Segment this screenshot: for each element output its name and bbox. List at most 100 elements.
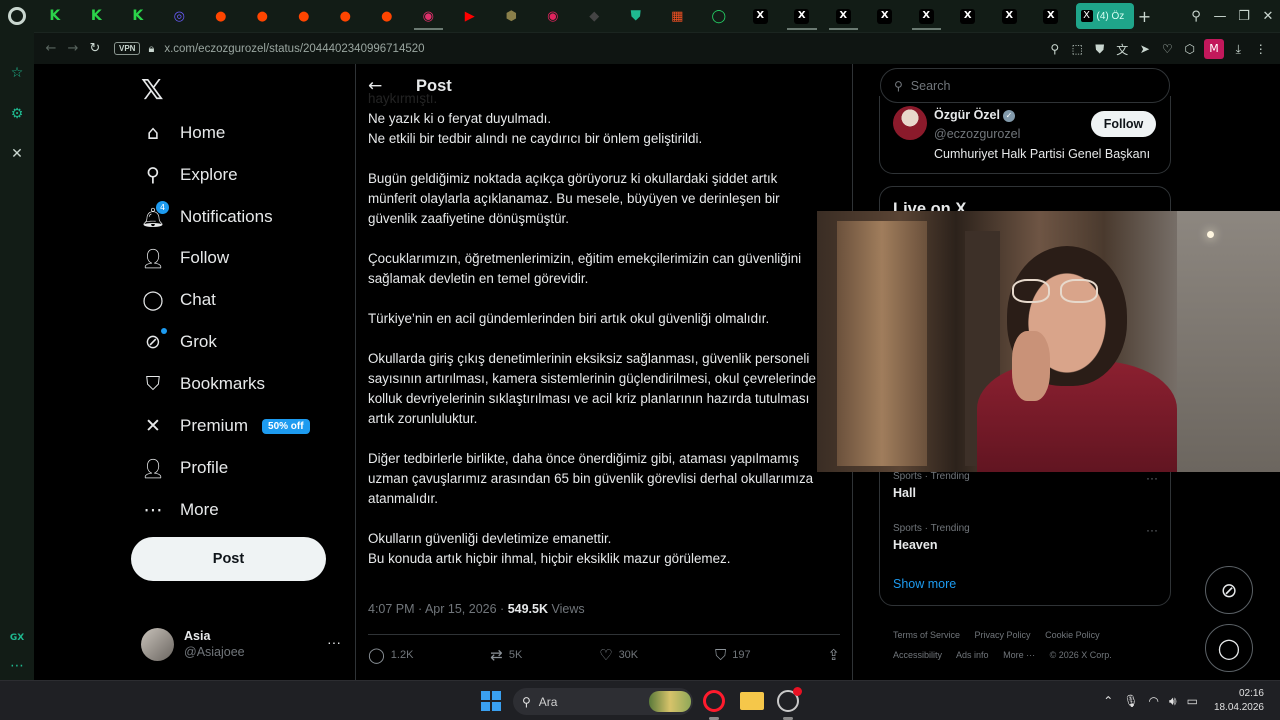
like-button[interactable]: ♡ 30K: [599, 646, 638, 664]
browser-tab[interactable]: K: [34, 0, 76, 32]
account-switcher[interactable]: Asia @Asiajoee ···: [141, 626, 341, 662]
browser-tab[interactable]: ◆: [574, 0, 616, 32]
nav-item-premium[interactable]: ✕ Premium 50% off: [140, 411, 310, 441]
wifi-icon[interactable]: ◠: [1149, 694, 1159, 708]
opera-logo-icon[interactable]: [0, 0, 34, 32]
browser-tab[interactable]: ●: [325, 0, 367, 32]
nav-item-follow[interactable]: 👤︎ Follow: [140, 243, 229, 273]
bookmark-button[interactable]: ⛉ 197: [715, 646, 751, 664]
footer-link[interactable]: Cookie Policy: [1045, 630, 1100, 640]
shield-icon[interactable]: ⛊: [1089, 42, 1112, 57]
browser-tab[interactable]: ⬢: [491, 0, 533, 32]
browser-tab[interactable]: ●: [366, 0, 408, 32]
avatar[interactable]: [893, 106, 927, 140]
browser-tab[interactable]: X: [864, 0, 906, 32]
post-button[interactable]: Post: [131, 537, 326, 581]
volume-icon[interactable]: 🔊︎: [1169, 694, 1177, 709]
reply-button[interactable]: ◯ 1.2K: [368, 646, 413, 664]
menu-icon[interactable]: ⋮: [1250, 42, 1273, 56]
battery-icon[interactable]: ▭: [1187, 694, 1198, 708]
minimize-button[interactable]: —: [1208, 9, 1232, 24]
trend-item[interactable]: Sports · Trending Heaven ···: [893, 523, 1158, 552]
nav-item-explore[interactable]: ⚲ Explore: [140, 160, 238, 190]
browser-tab[interactable]: ◯: [698, 0, 740, 32]
forward-button[interactable]: →: [62, 41, 84, 56]
messages-fab-button[interactable]: ◯: [1205, 624, 1253, 672]
clock[interactable]: 02:16 18.04.2026: [1214, 687, 1264, 715]
search-icon[interactable]: ⚲: [1184, 9, 1208, 24]
footer-link[interactable]: Terms of Service: [893, 630, 960, 640]
star-icon[interactable]: ☆: [0, 65, 34, 81]
chevron-up-icon[interactable]: ⌃: [1103, 694, 1113, 708]
opera-taskbar-icon[interactable]: [703, 690, 725, 712]
back-button[interactable]: ←: [40, 41, 62, 56]
follow-button[interactable]: Follow: [1091, 111, 1156, 137]
nav-item-grok[interactable]: ⊘ Grok: [140, 327, 217, 357]
nav-item-more[interactable]: ⋯ More: [140, 495, 219, 525]
browser-tab[interactable]: ●: [200, 0, 242, 32]
start-button[interactable]: [481, 691, 501, 711]
browser-tab[interactable]: ◉: [532, 0, 574, 32]
browser-tab[interactable]: X: [823, 0, 865, 32]
browser-tab[interactable]: K: [76, 0, 118, 32]
browser-tab[interactable]: X: [947, 0, 989, 32]
download-icon[interactable]: ⤓: [1227, 42, 1250, 57]
browser-tab[interactable]: X: [1030, 0, 1072, 32]
profile-avatar[interactable]: M: [1204, 39, 1224, 59]
share-button[interactable]: ⇪: [827, 646, 840, 664]
more-icon[interactable]: ⋯: [0, 658, 34, 674]
more-icon[interactable]: ···: [1146, 471, 1158, 485]
translate-icon[interactable]: 文: [1111, 41, 1134, 58]
vpn-badge[interactable]: VPN: [114, 42, 141, 55]
browser-tab[interactable]: ◉: [408, 0, 450, 32]
microphone-icon[interactable]: 🎙︎: [1123, 694, 1138, 708]
nav-item-chat[interactable]: ◯ Chat: [140, 285, 216, 315]
taskbar-search[interactable]: ⚲ Ara: [513, 688, 693, 715]
url-field[interactable]: x.com/eczozgurozel/status/20444023409967…: [164, 43, 424, 55]
reload-button[interactable]: ↻: [84, 41, 106, 56]
gx-icon[interactable]: GX: [0, 633, 34, 643]
restore-button[interactable]: ❐: [1232, 9, 1256, 24]
extensions-icon[interactable]: ⬡: [1179, 42, 1202, 56]
browser-tab[interactable]: ●: [242, 0, 284, 32]
footer-link[interactable]: Privacy Policy: [975, 630, 1031, 640]
footer-link[interactable]: Accessibility: [893, 650, 942, 660]
lock-icon[interactable]: 🔒︎: [148, 42, 154, 56]
grok-fab-button[interactable]: ⊘: [1205, 566, 1253, 614]
nav-item-home[interactable]: ⌂ Home: [140, 118, 225, 148]
browser-tab[interactable]: K: [117, 0, 159, 32]
more-icon[interactable]: ···: [1146, 523, 1158, 537]
browser-tab[interactable]: X: [781, 0, 823, 32]
browser-tab[interactable]: X: [906, 0, 948, 32]
file-explorer-taskbar-icon[interactable]: [740, 692, 764, 710]
browser-tab[interactable]: ▦: [657, 0, 699, 32]
nav-item-notifications[interactable]: 🔔︎ 4 Notifications: [140, 201, 273, 232]
trend-item[interactable]: Sports · Trending Hall ···: [893, 471, 1158, 500]
nav-item-bookmarks[interactable]: ⛉ Bookmarks: [140, 369, 265, 399]
send-icon[interactable]: ➤: [1134, 42, 1157, 56]
browser-tab[interactable]: X: [989, 0, 1031, 32]
nav-item-profile[interactable]: 👤︎ Profile: [140, 453, 228, 483]
repost-button[interactable]: ⇄ 5K: [490, 646, 522, 664]
new-tab-button[interactable]: +: [1134, 7, 1156, 26]
close-button[interactable]: ✕: [1256, 9, 1280, 24]
post-timestamp[interactable]: 4:07 PM · Apr 15, 2026 ·: [368, 602, 504, 616]
footer-link[interactable]: More ···: [1003, 650, 1035, 660]
snapshot-icon[interactable]: ⬚: [1066, 42, 1089, 56]
browser-tab[interactable]: ●: [283, 0, 325, 32]
heart-icon[interactable]: ♡: [1156, 42, 1179, 56]
back-arrow-icon[interactable]: ←: [368, 76, 388, 96]
x-logo-icon[interactable]: 𝕏: [141, 73, 164, 106]
tab-active[interactable]: X (4) Öz: [1075, 3, 1134, 29]
browser-tab[interactable]: ▶: [449, 0, 491, 32]
more-icon[interactable]: ···: [327, 634, 341, 650]
app-taskbar-icon[interactable]: [777, 687, 802, 712]
browser-tab[interactable]: ⛊: [615, 0, 657, 32]
footer-link[interactable]: Ads info: [956, 650, 989, 660]
show-more-link[interactable]: Show more: [893, 577, 956, 591]
aria-icon[interactable]: ⚙: [0, 106, 34, 122]
profile-name[interactable]: Özgür Özel ✓: [934, 108, 1015, 122]
browser-tab[interactable]: X: [740, 0, 782, 32]
pin-icon[interactable]: ⚲: [1044, 42, 1067, 56]
search-input[interactable]: ⚲ Search: [880, 68, 1170, 103]
